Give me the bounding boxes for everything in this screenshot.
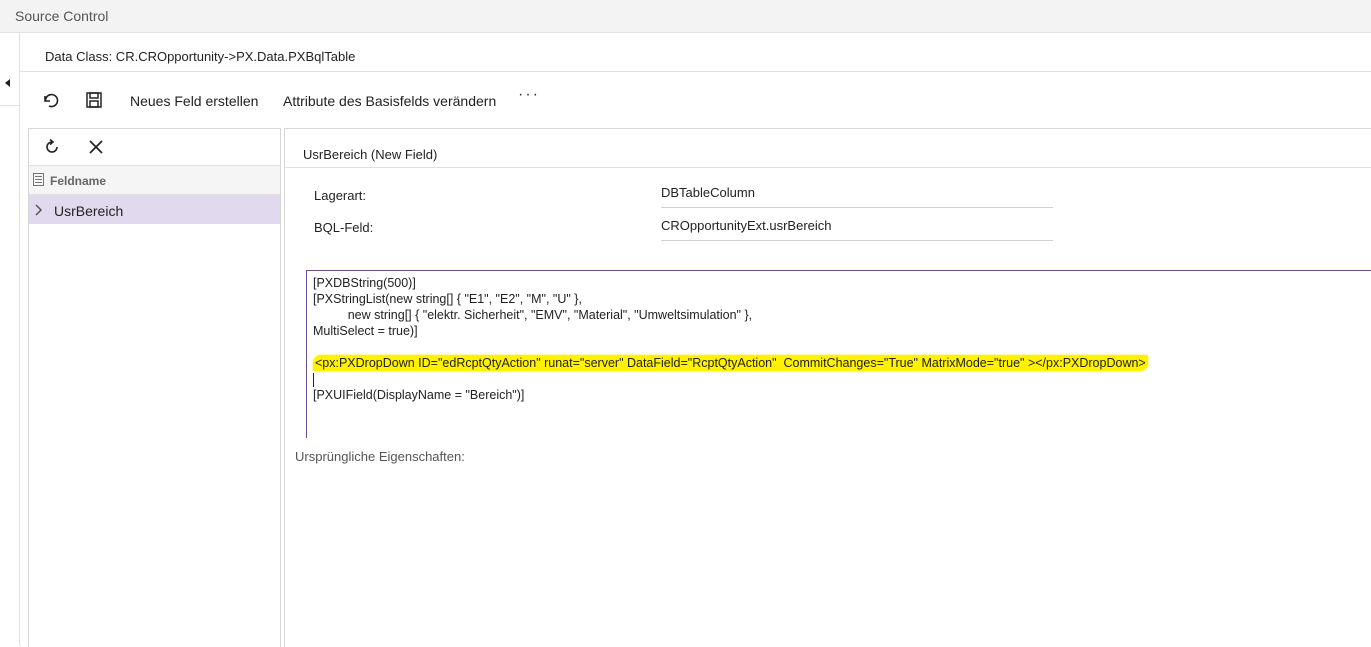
table-row[interactable]: UsrBereich xyxy=(29,195,280,224)
collapse-arrow-icon[interactable] xyxy=(5,79,10,87)
chevron-right-icon[interactable] xyxy=(34,203,43,216)
field-list-panel: Feldname UsrBereich xyxy=(28,128,281,647)
collapse-strip xyxy=(0,33,20,646)
code-line: [PXUIField(DisplayName = "Bereich")] xyxy=(313,388,525,402)
detail-title-bar: UsrBereich (New Field) xyxy=(285,129,1371,168)
code-line: new string[] { "elektr. Sicherheit", "EM… xyxy=(313,308,753,322)
refresh-icon[interactable] xyxy=(43,138,61,156)
text-caret xyxy=(313,372,314,387)
attribute-code-editor[interactable]: [PXDBString(500)] [PXStringList(new stri… xyxy=(306,270,1371,438)
highlight-marker: <px:PXDropDown ID="edRcptQtyAction" runa… xyxy=(313,355,1148,371)
code-line: [PXStringList(new string[] { "E1", "E2",… xyxy=(313,292,582,306)
code-line: [PXDBString(500)] xyxy=(313,276,416,290)
change-base-attributes-button[interactable]: Attribute des Basisfelds verändern xyxy=(283,93,496,109)
save-icon[interactable] xyxy=(84,90,104,110)
new-field-button[interactable]: Neues Feld erstellen xyxy=(130,93,258,109)
data-class-label: Data Class: CR.CROpportunity->PX.Data.PX… xyxy=(45,49,356,64)
collapse-band xyxy=(0,71,19,106)
field-list-header: Feldname xyxy=(29,166,280,195)
app-title: Source Control xyxy=(15,8,109,24)
grid-settings-icon[interactable] xyxy=(33,173,44,186)
undo-icon[interactable] xyxy=(40,90,60,110)
code-line xyxy=(313,371,1371,387)
close-icon[interactable] xyxy=(87,138,105,156)
field-list-toolbar xyxy=(29,129,280,166)
bql-field-field[interactable]: CROpportunityExt.usrBereich xyxy=(661,212,1053,241)
storage-type-label: Lagerart: xyxy=(314,188,367,203)
column-header-feldname[interactable]: Feldname xyxy=(50,174,106,188)
toolbar: Neues Feld erstellen Attribute des Basis… xyxy=(20,84,1371,118)
code-line-highlighted: <px:PXDropDown ID="edRcptQtyAction" runa… xyxy=(313,355,1371,371)
original-properties-label: Ursprüngliche Eigenschaften: xyxy=(295,449,465,464)
more-options-button[interactable]: ··· xyxy=(518,86,540,104)
bql-field-label: BQL-Feld: xyxy=(314,220,374,235)
field-detail-panel: UsrBereich (New Field) Lagerart: DBTable… xyxy=(284,128,1371,647)
top-bar: Source Control xyxy=(0,0,1371,33)
code-line: MultiSelect = true)] xyxy=(313,324,418,338)
data-class-header: Data Class: CR.CROpportunity->PX.Data.PX… xyxy=(20,33,1371,72)
storage-type-field[interactable]: DBTableColumn xyxy=(661,179,1053,208)
field-name-cell: UsrBereich xyxy=(54,203,124,219)
detail-title: UsrBereich (New Field) xyxy=(303,147,438,162)
